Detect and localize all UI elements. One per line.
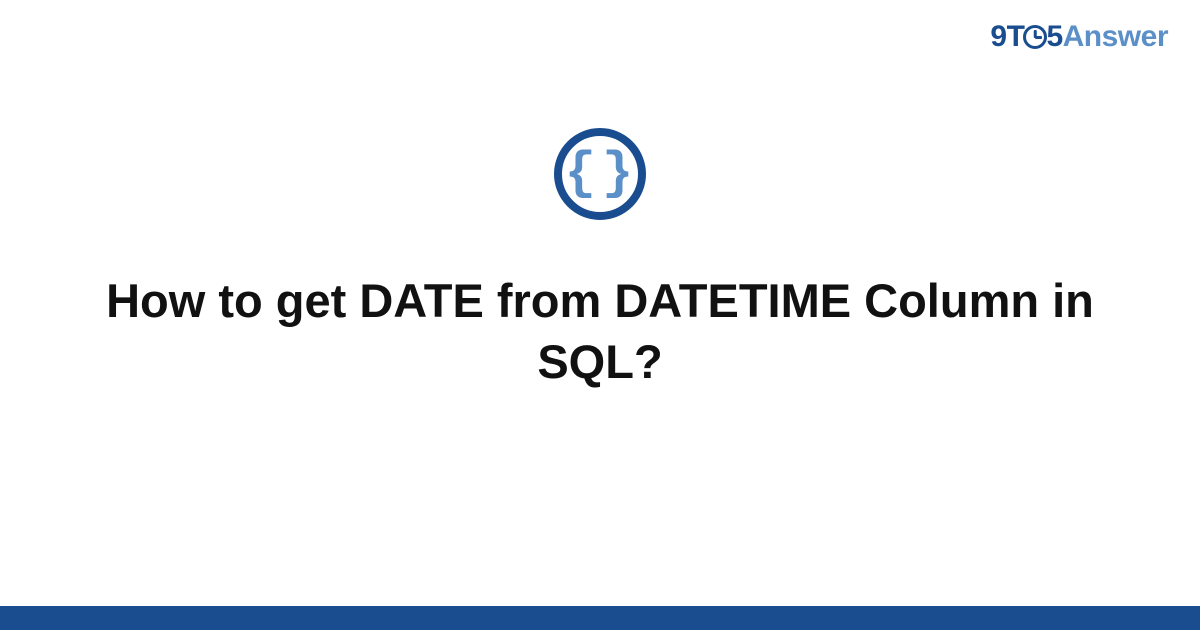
logo-part-3: Answer [1063,20,1168,53]
logo-part-1: 9T [990,20,1024,53]
category-icon-circle: {} [554,128,646,220]
footer-accent-bar [0,606,1200,630]
site-logo[interactable]: 9T 5Answer [990,20,1168,54]
clock-icon [1023,25,1047,49]
question-title: How to get DATE from DATETIME Column in … [0,270,1200,392]
code-braces-icon: {} [561,148,639,200]
logo-part-2: 5 [1046,20,1062,53]
